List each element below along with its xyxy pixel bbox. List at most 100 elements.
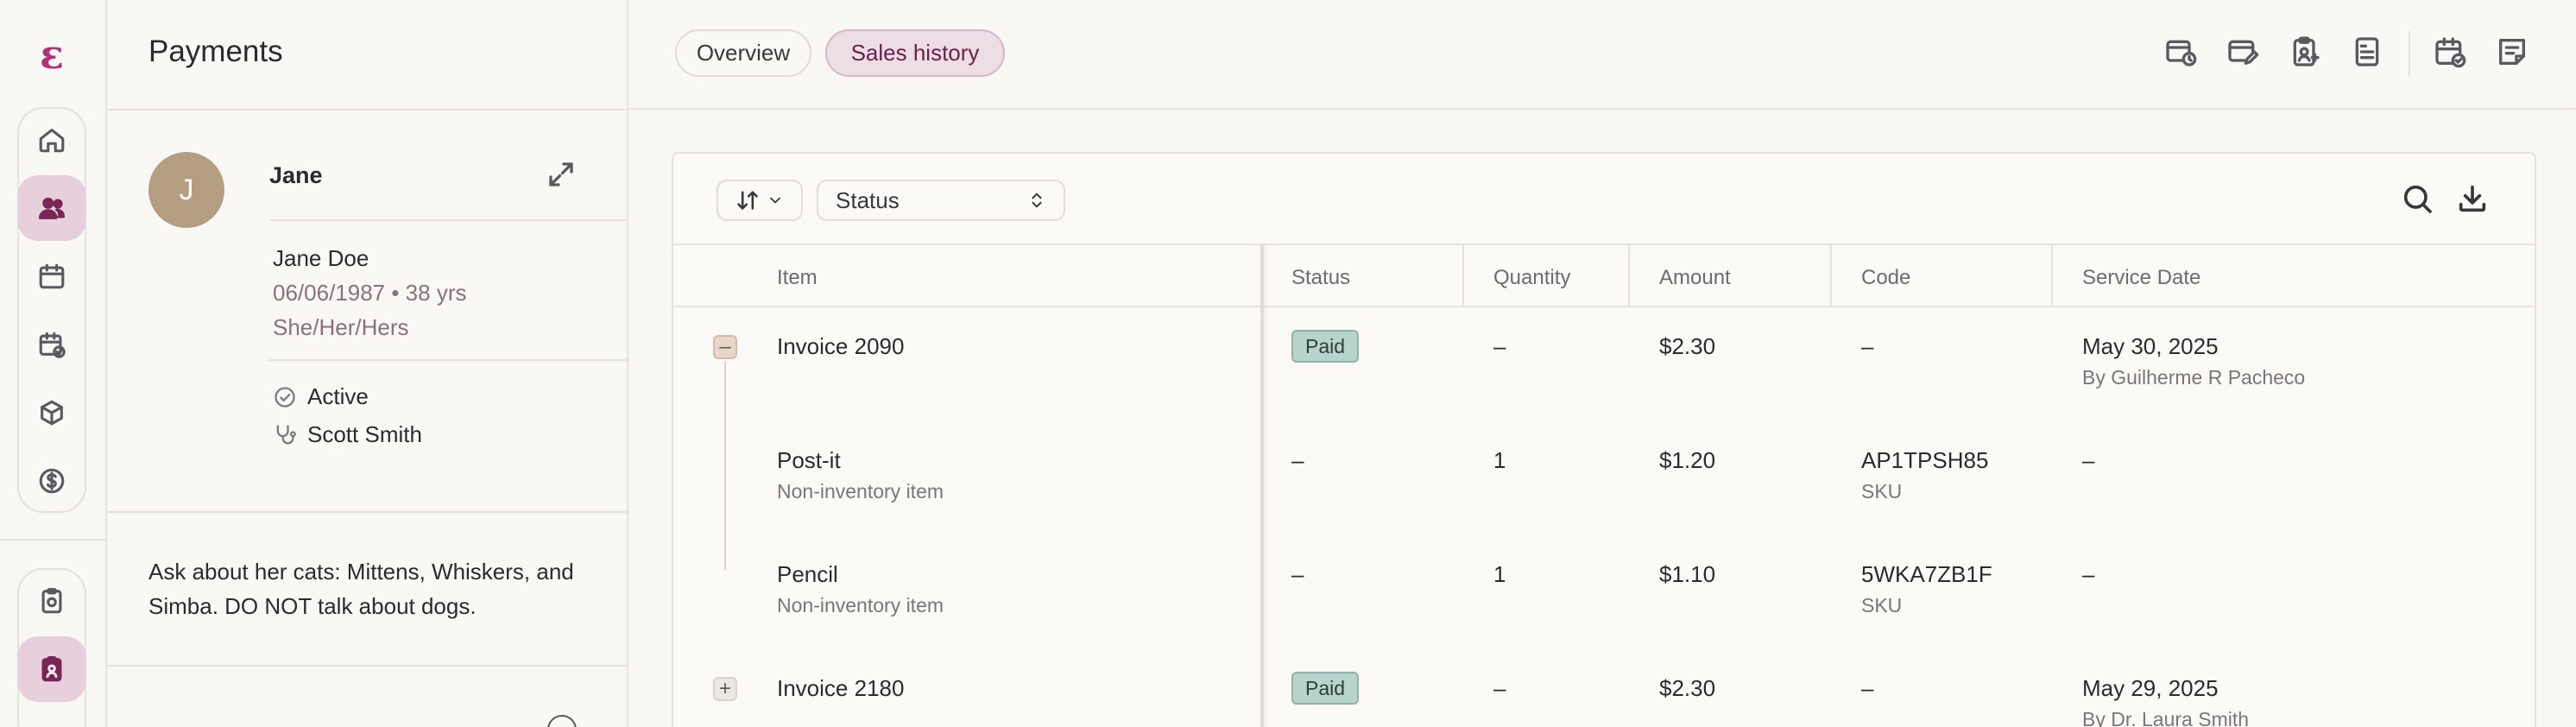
patient-provider-label: Scott Smith [307, 421, 422, 447]
app: ɛ Payments J Jane Jane Doe 06/06/1987 • … [0, 0, 2576, 727]
page-title: Payments [148, 35, 283, 68]
clipboard-user-icon [2293, 36, 2320, 66]
sticky-note-icon [2499, 39, 2525, 66]
sticky-note-button[interactable] [2495, 35, 2529, 69]
row-quantity: 1 [1493, 561, 1506, 587]
row-item-type: Non-inventory item [777, 480, 944, 503]
document-lines-button[interactable] [2350, 35, 2384, 69]
patient-status-label: Active [307, 383, 369, 409]
tab-sales-history[interactable]: Sales history [825, 29, 1005, 77]
calendar-icon [39, 263, 65, 289]
row-service-by: By Guilherme R Pacheco [2082, 366, 2306, 389]
expand-toggle[interactable]: + [713, 677, 737, 701]
row-quantity: – [1493, 675, 1506, 701]
stethoscope-icon [273, 423, 297, 447]
row-quantity: – [1493, 333, 1506, 359]
patient-pronouns: She/Her/Hers [273, 314, 409, 340]
patient-provider: Scott Smith [273, 421, 422, 448]
check-circle-icon [273, 385, 297, 409]
calendar-check-icon [39, 332, 66, 358]
avatar[interactable]: J [148, 152, 224, 228]
rail-divider [0, 539, 107, 541]
row-code: 5WKA7ZB1F [1861, 561, 1992, 587]
rail-item-patients[interactable] [17, 175, 86, 241]
column-divider [1830, 243, 1832, 307]
rail-item-badge[interactable] [17, 636, 86, 702]
download-button[interactable] [2455, 181, 2490, 216]
rail-item-clipboard[interactable] [17, 568, 86, 634]
dollar-icon [39, 468, 65, 494]
info-icon[interactable] [547, 715, 577, 727]
row-service-by: By Dr. Laura Smith [2082, 708, 2250, 727]
id-badge-icon [41, 655, 62, 682]
column-divider [1462, 243, 1464, 307]
column-header-amount[interactable]: Amount [1659, 266, 1731, 290]
collapse-toggle[interactable]: – [713, 335, 737, 359]
patient-name: Jane [269, 162, 323, 188]
box-icon [41, 400, 63, 426]
row-code: – [1861, 675, 1874, 701]
chevron-updown-icon [1032, 193, 1042, 208]
patient-status: Active [273, 383, 369, 410]
sort-button[interactable] [717, 180, 803, 221]
toolbar-divider [2409, 31, 2410, 76]
row-item[interactable]: Invoice 2180 [777, 675, 904, 702]
rail-item-home[interactable] [17, 107, 86, 173]
row-service-date: May 30, 2025 [2082, 333, 2219, 359]
patient-dob: 06/06/1987 • 38 yrs [273, 280, 467, 306]
row-amount: $2.30 [1659, 333, 1716, 359]
column-header-status[interactable]: Status [1291, 266, 1350, 290]
patient-note[interactable]: Ask about her cats: Mittens, Whiskers, a… [148, 554, 597, 623]
column-header-code[interactable]: Code [1861, 266, 1910, 290]
row-code-type: SKU [1861, 480, 1903, 503]
divider [269, 219, 627, 221]
column-header-quantity[interactable]: Quantity [1493, 266, 1570, 290]
rail-item-payments[interactable] [17, 448, 86, 514]
clipboard-user-button[interactable] [2288, 35, 2322, 69]
divider [107, 511, 627, 513]
column-header-service-date[interactable]: Service Date [2082, 266, 2200, 290]
status-filter-label: Status [836, 186, 900, 213]
rail-item-schedule[interactable] [17, 312, 86, 377]
main-content: Overview Sales history Status Item Statu… [628, 0, 2576, 727]
billing-clock-icon [2166, 40, 2197, 66]
app-logo[interactable]: ɛ [33, 31, 71, 78]
row-code: – [1861, 333, 1874, 359]
search-button[interactable] [2400, 181, 2434, 216]
tab-overview[interactable]: Overview [675, 29, 811, 77]
billing-clock-button[interactable] [2163, 35, 2198, 69]
row-amount: $1.10 [1659, 561, 1716, 587]
row-code: AP1TPSH85 [1861, 447, 1989, 473]
status-badge: Paid [1291, 672, 1360, 705]
calendar-check-button[interactable] [2433, 35, 2467, 69]
home-icon [39, 129, 65, 153]
calendar-check-icon [2435, 37, 2466, 68]
divider [107, 109, 627, 111]
row-service-date: – [2082, 447, 2095, 473]
status-filter-select[interactable]: Status [817, 180, 1065, 221]
card-edit-icon [2228, 40, 2259, 66]
divider [269, 359, 627, 361]
row-item[interactable]: Pencil [777, 561, 838, 588]
sales-table-card: Status Item Status Quantity Amount Code … [672, 152, 2536, 727]
patient-full-name: Jane Doe [273, 245, 369, 271]
tree-connector [724, 361, 726, 570]
column-divider [2051, 243, 2053, 307]
row-quantity: 1 [1493, 447, 1506, 473]
column-header-item[interactable]: Item [777, 266, 818, 290]
search-icon [2403, 185, 2432, 213]
column-divider [1628, 243, 1630, 307]
status-badge: Paid [1291, 330, 1360, 363]
row-amount: $1.20 [1659, 447, 1716, 473]
row-service-date: May 29, 2025 [2082, 675, 2219, 701]
row-item[interactable]: Post-it [777, 447, 841, 474]
clipboard-icon [41, 587, 62, 614]
expand-button[interactable] [546, 159, 577, 190]
rail-item-inventory[interactable] [17, 380, 86, 446]
row-amount: $2.30 [1659, 675, 1716, 701]
sort-icon [737, 191, 758, 210]
expand-icon [549, 162, 573, 186]
rail-item-calendar[interactable] [17, 243, 86, 309]
card-edit-button[interactable] [2226, 35, 2260, 69]
row-item[interactable]: Invoice 2090 [777, 333, 904, 360]
